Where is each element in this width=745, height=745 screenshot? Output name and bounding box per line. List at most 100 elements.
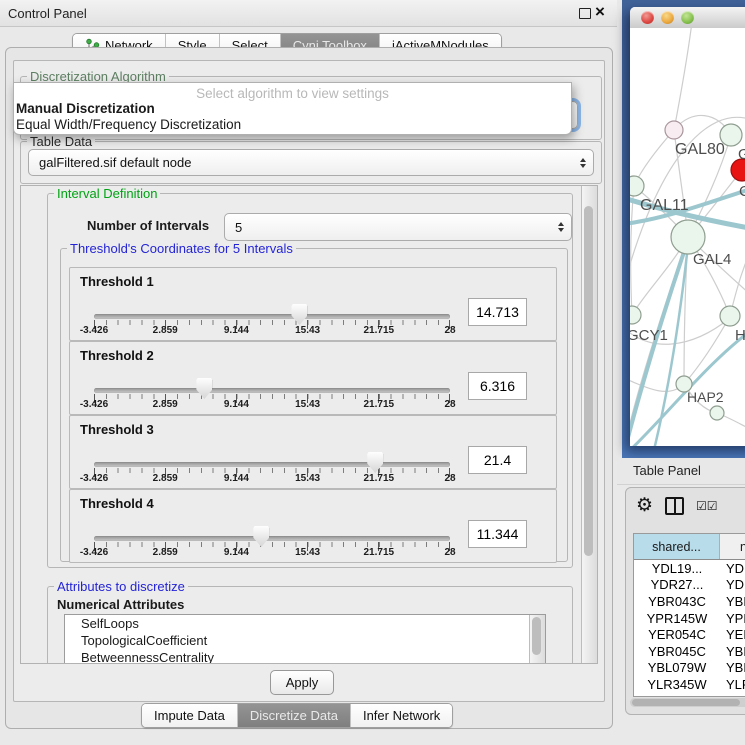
combo-arrows-icon	[558, 222, 564, 232]
table-row[interactable]: YPR145WYPR145W	[634, 610, 745, 627]
node-gal80[interactable]	[665, 121, 683, 139]
table-panel-title: Table Panel	[633, 463, 701, 478]
dropdown-option-equal-width[interactable]: Equal Width/Frequency Discretization	[16, 117, 241, 132]
table-panel-header: Table Panel	[617, 458, 745, 485]
numerical-attributes-list: SelfLoops TopologicalCoefficient Between…	[64, 614, 546, 664]
threshold-3-label: Threshold 3	[80, 422, 154, 437]
network-window[interactable]: GAL80 G C GAL11 GAL4 GCY1 H HAP2	[630, 7, 745, 446]
gear-icon[interactable]: ⚙	[636, 496, 653, 515]
scrollbar-thumb[interactable]	[632, 699, 740, 706]
number-of-intervals-value: 5	[225, 220, 242, 235]
screen: { "window": { "title": "Control Panel" }…	[0, 0, 745, 745]
threshold-4-label: Threshold 4	[80, 496, 154, 511]
threshold-1-panel: Threshold 1 -3.426 2.859 9.144 15.43 21.…	[69, 267, 557, 341]
attributes-group-title: Attributes to discretize	[54, 579, 188, 594]
network-window-titlebar[interactable]	[630, 7, 745, 29]
control-panel-titlebar: Control Panel	[0, 0, 617, 27]
slider-scale-labels: -3.426 2.859 9.144 15.43 21.715 28	[94, 547, 450, 559]
dropdown-hint: Select algorithm to view settings	[14, 86, 571, 101]
column-header-name[interactable]: n	[720, 534, 745, 559]
node-label: GAL80	[675, 141, 725, 158]
tab-impute-data[interactable]: Impute Data	[142, 704, 238, 727]
node-bottom[interactable]	[710, 406, 724, 420]
table-row[interactable]: YBR045CYBR045C	[634, 643, 745, 660]
control-panel-title: Control Panel	[8, 6, 87, 21]
float-window-icon[interactable]	[579, 8, 591, 19]
select-columns-icon[interactable]: ☑☑	[696, 499, 718, 513]
node-gal11[interactable]	[630, 176, 644, 196]
table-panel: ⚙ ☑☑ shared... n YDL19...YDL19... YDR27.…	[625, 487, 745, 715]
list-scrollbar[interactable]	[529, 615, 545, 664]
thresholds-group-title: Threshold's Coordinates for 5 Intervals	[67, 241, 296, 256]
threshold-2-panel: Threshold 2 -3.426 2.859 9.144 15.43 21.…	[69, 341, 557, 415]
table-data-group-title: Table Data	[27, 134, 95, 149]
table-header-row: shared... n	[634, 534, 745, 560]
node-gal4[interactable]	[671, 220, 705, 254]
table-row[interactable]: YIL052CYIL052C	[634, 693, 745, 697]
close-traffic-light[interactable]	[641, 11, 654, 24]
table-row[interactable]: YDR27...YDR27...	[634, 577, 745, 594]
table-row[interactable]: YER054CYER054C	[634, 626, 745, 643]
apply-button[interactable]: Apply	[270, 670, 334, 695]
slider-track[interactable]	[94, 536, 450, 541]
slider-track[interactable]	[94, 314, 450, 319]
tab-infer-network[interactable]: Infer Network	[351, 704, 452, 727]
table-row[interactable]: YBL079WYBL079W	[634, 660, 745, 677]
threshold-2-value-field[interactable]: 6.316	[468, 372, 527, 400]
settings-scroll-pane: Interval Definition Number of Intervals …	[20, 185, 598, 664]
vertical-scrollbar[interactable]	[581, 186, 597, 663]
bottom-tab-bar: Impute Data Discretize Data Infer Networ…	[141, 703, 453, 728]
threshold-1-label: Threshold 1	[80, 274, 154, 289]
scrollbar-thumb[interactable]	[584, 206, 593, 556]
network-canvas[interactable]: GAL80 G C GAL11 GAL4 GCY1 H HAP2	[630, 28, 745, 446]
thresholds-group: Threshold's Coordinates for 5 Intervals …	[60, 248, 568, 562]
threshold-4-value-field[interactable]: 11.344	[468, 520, 527, 548]
threshold-2-label: Threshold 2	[80, 348, 154, 363]
column-header-shared-name[interactable]: shared...	[634, 534, 720, 559]
node-gcy1[interactable]	[630, 306, 641, 324]
table-toolbar: ⚙ ☑☑	[636, 496, 718, 515]
node-label: G	[738, 146, 745, 163]
node-label: C	[739, 183, 745, 200]
node-label: GAL11	[640, 197, 689, 214]
tab-discretize-data[interactable]: Discretize Data	[238, 704, 351, 727]
table-data-combobox[interactable]: galFiltered.sif default node	[28, 149, 594, 176]
interval-definition-title: Interval Definition	[54, 186, 160, 201]
list-item[interactable]: SelfLoops	[65, 615, 545, 632]
node-label: GCY1	[630, 327, 668, 344]
threshold-3-panel: Threshold 3 -3.426 2.859 9.144 15.43 21.…	[69, 415, 557, 489]
threshold-3-value-field[interactable]: 21.4	[468, 446, 527, 474]
interval-definition-group: Interval Definition Number of Intervals …	[47, 193, 573, 568]
attributes-group: Attributes to discretize Numerical Attri…	[47, 586, 573, 664]
close-icon[interactable]: ×	[595, 2, 605, 22]
network-graph: GAL80 G C GAL11 GAL4 GCY1 H HAP2	[630, 28, 745, 446]
column-layout-icon[interactable]	[665, 497, 684, 515]
combo-arrows-icon	[580, 158, 586, 168]
table-row[interactable]: YLR345WYLR345W	[634, 676, 745, 693]
list-item[interactable]: TopologicalCoefficient	[65, 632, 545, 649]
algorithm-dropdown-list: Select algorithm to view settings Manual…	[13, 82, 572, 135]
minimize-traffic-light[interactable]	[661, 11, 674, 24]
table-row[interactable]: YBR043CYBR043C	[634, 593, 745, 610]
slider-scale-labels: -3.426 2.859 9.144 15.43 21.715 28	[94, 399, 450, 411]
table-row[interactable]: YDL19...YDL19...	[634, 560, 745, 577]
list-item[interactable]: BetweennessCentrality	[65, 649, 545, 664]
dropdown-option-manual[interactable]: Manual Discretization	[16, 101, 155, 116]
numerical-attributes-label: Numerical Attributes	[57, 597, 184, 612]
node-label: HAP2	[687, 389, 724, 405]
horizontal-scrollbar[interactable]	[630, 698, 745, 707]
node-label: GAL4	[693, 251, 731, 268]
slider-track[interactable]	[94, 388, 450, 393]
threshold-1-value-field[interactable]: 14.713	[468, 298, 527, 326]
number-of-intervals-combobox[interactable]: 5	[224, 213, 572, 241]
threshold-4-panel: Threshold 4 -3.426 2.859 9.144 15.43 21.…	[69, 489, 557, 563]
slider-track[interactable]	[94, 462, 450, 467]
node-label: H	[735, 327, 745, 344]
node-right-h[interactable]	[720, 306, 740, 326]
zoom-traffic-light[interactable]	[681, 11, 694, 24]
slider-scale-labels: -3.426 2.859 9.144 15.43 21.715 28	[94, 325, 450, 337]
number-of-intervals-label: Number of Intervals	[87, 218, 209, 233]
node-table: shared... n YDL19...YDL19... YDR27...YDR…	[633, 533, 745, 697]
scrollbar-thumb[interactable]	[532, 617, 541, 655]
slider-scale-labels: -3.426 2.859 9.144 15.43 21.715 28	[94, 473, 450, 485]
